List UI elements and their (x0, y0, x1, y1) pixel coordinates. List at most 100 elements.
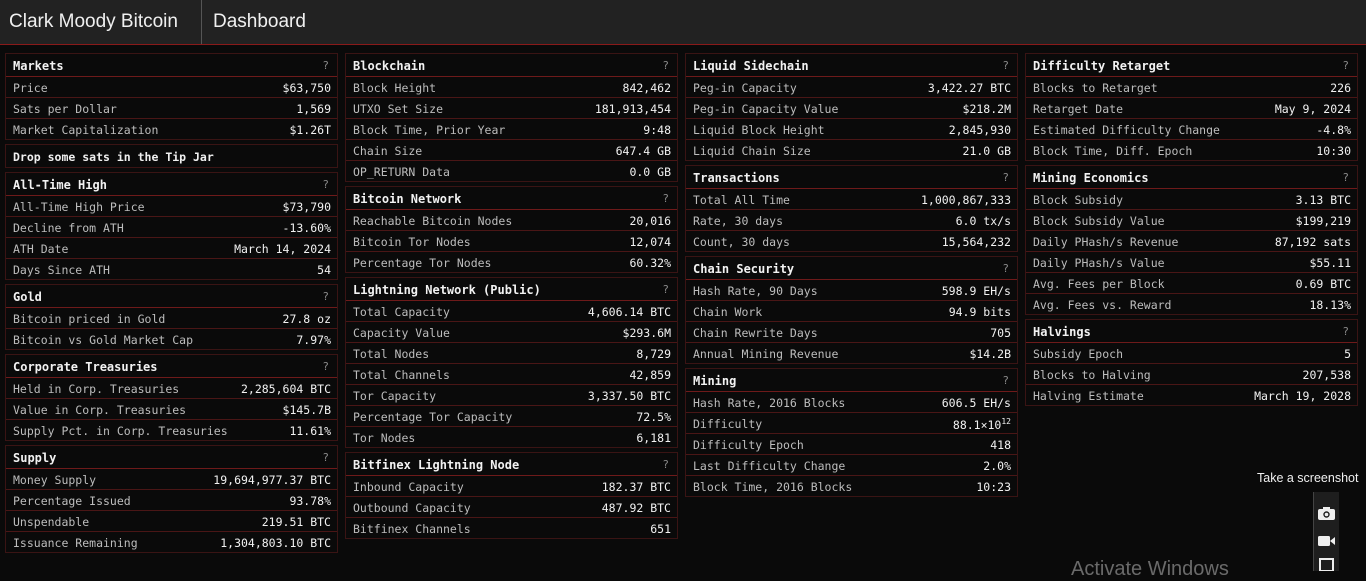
metric-row-block-time-diff-epoch: Block Time, Diff. Epoch 10:30 (1026, 140, 1357, 160)
metric-value-text: $1.26T (289, 123, 331, 137)
panel-lightning-network-public: Lightning Network (Public)? Total Capacit… (345, 277, 678, 448)
metric-value-text: 11.61% (289, 424, 331, 438)
metric-row-sats-per-dollar: Sats per Dollar 1,569 (6, 98, 337, 119)
metric-row-value-in-corp-treasuries: Value in Corp. Treasuries $145.7B (6, 399, 337, 420)
metric-row-chain-rewrite-days: Chain Rewrite Days 705 (686, 322, 1017, 343)
metric-row-tor-capacity: Tor Capacity 3,337.50 BTC (346, 385, 677, 406)
help-icon[interactable]: ? (662, 192, 669, 205)
metric-label: Bitcoin priced in Gold (13, 312, 166, 326)
metric-row-total-capacity: Total Capacity 4,606.14 BTC (346, 301, 677, 322)
metric-row-ath-date: ATH Date March 14, 2024 (6, 238, 337, 259)
panel-markets: Markets? Price $63,750 Sats per Dollar 1,569… (5, 53, 338, 140)
metric-value: 18.13% (1309, 298, 1351, 312)
help-icon[interactable]: ? (1342, 171, 1349, 184)
metric-label: Rate, 30 days (693, 214, 784, 228)
metric-value-text: 15,564,232 (941, 235, 1011, 249)
help-icon[interactable]: ? (1002, 171, 1009, 184)
metric-value: $1.26T (289, 123, 331, 137)
help-icon[interactable]: ? (662, 59, 669, 72)
metric-label: Outbound Capacity (353, 501, 471, 515)
metric-label: Tor Capacity (353, 389, 437, 403)
camera-icon[interactable] (1317, 506, 1336, 521)
metric-value-text: $199,219 (1295, 214, 1351, 228)
metric-label: Blocks to Retarget (1033, 81, 1158, 95)
metric-label: Tor Nodes (353, 431, 416, 445)
metric-value-text: $293.6M (622, 326, 671, 340)
metric-value: 598.9 EH/s (942, 284, 1011, 298)
help-icon[interactable]: ? (322, 178, 329, 191)
metric-value-text: 9:48 (643, 123, 671, 137)
metric-value: 647.4 GB (616, 144, 671, 158)
help-icon[interactable]: ? (322, 59, 329, 72)
metric-value: $199,219 (1296, 214, 1351, 228)
site-brand[interactable]: Clark Moody Bitcoin (0, 0, 202, 44)
metric-row-outbound-capacity: Outbound Capacity 487.92 BTC (346, 497, 677, 518)
metric-value: 1,569 (296, 102, 331, 116)
metric-row-daily-phash-s-revenue: Daily PHash/s Revenue 87,192 sats (1026, 231, 1357, 252)
panel-header: Bitcoin Network? (346, 187, 677, 210)
metric-row-difficulty-epoch: Difficulty Epoch 418 (686, 434, 1017, 455)
metric-value-text: 88.1×10 (952, 417, 1002, 432)
metric-label: Decline from ATH (13, 221, 124, 235)
metric-label: UTXO Set Size (353, 102, 444, 116)
tip-jar-link[interactable]: Drop some sats in the Tip Jar (5, 144, 338, 168)
metric-value-text: March 19, 2028 (1254, 389, 1351, 403)
metric-value-text: 54 (317, 263, 331, 277)
help-icon[interactable]: ? (1002, 374, 1009, 387)
metric-value-text: 2,285,604 BTC (240, 382, 331, 396)
help-icon[interactable]: ? (662, 458, 669, 471)
metric-value-text: 8,729 (636, 347, 671, 361)
metric-label: OP_RETURN Data (353, 165, 450, 179)
metric-exponent: 12 (1001, 417, 1011, 426)
metric-value-text: 606.5 EH/s (941, 396, 1011, 410)
metric-row-bitcoin-tor-nodes: Bitcoin Tor Nodes 12,074 (346, 231, 677, 252)
metric-value: 27.8 oz (283, 312, 331, 326)
metric-row-decline-from-ath: Decline from ATH -13.60% (6, 217, 337, 238)
column-2: Blockchain? Block Height 842,462 UTXO Set S… (345, 53, 678, 543)
metric-row-rate-30-days: Rate, 30 days 6.0 tx/s (686, 210, 1017, 231)
metric-row-market-capitalization: Market Capitalization $1.26T (6, 119, 337, 139)
metric-label: Issuance Remaining (13, 536, 138, 550)
metric-value-text: 7.97% (296, 333, 331, 347)
video-icon[interactable] (1317, 533, 1336, 548)
help-icon[interactable]: ? (1342, 325, 1349, 338)
help-icon[interactable]: ? (322, 451, 329, 464)
help-icon[interactable]: ? (662, 283, 669, 296)
metric-label: Percentage Issued (13, 494, 131, 508)
panel-header: Corporate Treasuries? (6, 355, 337, 378)
metric-value: 487.92 BTC (602, 501, 671, 515)
metric-value-text: 72.5% (636, 410, 671, 424)
help-icon[interactable]: ? (322, 290, 329, 303)
metric-value-text: 226 (1330, 81, 1351, 95)
help-icon[interactable]: ? (1002, 262, 1009, 275)
metric-value: $55.11 (1309, 256, 1351, 270)
panel-liquid-sidechain: Liquid Sidechain? Peg-in Capacity 3,422.27… (685, 53, 1018, 161)
metric-value: 10:23 (976, 480, 1011, 494)
metric-label: Liquid Block Height (693, 123, 825, 137)
metric-value: 12,074 (629, 235, 671, 249)
metric-row-all-time-high-price: All-Time High Price $73,790 (6, 196, 337, 217)
panel-bitcoin-network: Bitcoin Network? Reachable Bitcoin Nodes 2… (345, 186, 678, 273)
panel-title: Gold (13, 290, 42, 304)
help-icon[interactable]: ? (322, 360, 329, 373)
metric-label: Estimated Difficulty Change (1033, 123, 1220, 137)
panel-gold: Gold? Bitcoin priced in Gold 27.8 oz Bitcoi… (5, 284, 338, 350)
panel-header: Gold? (6, 285, 337, 308)
metric-value-text: 27.8 oz (282, 312, 331, 326)
metric-value-text: 2,845,930 (948, 123, 1011, 137)
metric-row-difficulty: Difficulty 88.1×1012 (686, 413, 1017, 434)
metric-row-hash-rate-90-days: Hash Rate, 90 Days 598.9 EH/s (686, 280, 1017, 301)
metric-value: 181,913,454 (595, 102, 671, 116)
panel-header: Liquid Sidechain? (686, 54, 1017, 77)
metric-label: Daily PHash/s Revenue (1033, 235, 1179, 249)
metric-label: Block Subsidy (1033, 193, 1124, 207)
help-icon[interactable]: ? (1342, 59, 1349, 72)
panel-mining: Mining? Hash Rate, 2016 Blocks 606.5 EH/s D… (685, 368, 1018, 497)
help-icon[interactable]: ? (1002, 59, 1009, 72)
tip-jar-text: Drop some sats in the Tip Jar (13, 150, 214, 164)
metric-value-text: $14.2B (969, 347, 1011, 361)
metric-row-held-in-corp-treasuries: Held in Corp. Treasuries 2,285,604 BTC (6, 378, 337, 399)
metric-row-total-all-time: Total All Time 1,000,867,333 (686, 189, 1017, 210)
metric-label: All-Time High Price (13, 200, 145, 214)
metric-value: 21.0 GB (963, 144, 1011, 158)
